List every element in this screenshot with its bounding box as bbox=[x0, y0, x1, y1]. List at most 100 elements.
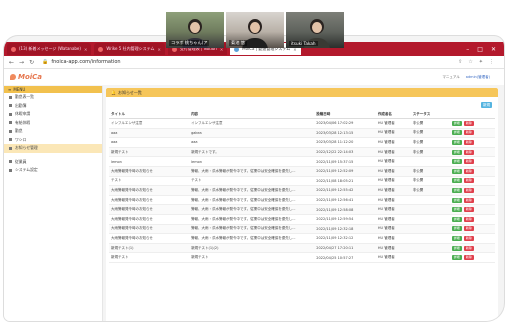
cell-author: HU 管理者 bbox=[375, 128, 411, 139]
detail-button[interactable]: 詳細 bbox=[451, 159, 462, 165]
browser-tab[interactable]: Wrike 5 社内管理システム ✕ bbox=[94, 43, 165, 55]
menu-icon[interactable]: ⋮ bbox=[489, 59, 494, 65]
column-header-title: タイトル bbox=[109, 110, 190, 119]
detail-button[interactable]: 詳細 bbox=[451, 197, 462, 203]
detail-button[interactable]: 詳細 bbox=[451, 120, 462, 126]
delete-button[interactable]: 削除 bbox=[463, 149, 474, 155]
detail-button[interactable]: 詳細 bbox=[451, 207, 462, 213]
reload-icon[interactable]: ↻ bbox=[29, 59, 34, 66]
detail-button[interactable]: 詳細 bbox=[451, 235, 462, 241]
delete-button[interactable]: 削除 bbox=[463, 187, 474, 193]
sidebar-item-shift[interactable]: ワシロ bbox=[4, 136, 102, 145]
sidebar-item-employees[interactable]: 従業員 bbox=[4, 158, 102, 167]
delete-button[interactable]: 削除 bbox=[463, 216, 474, 222]
share-icon[interactable]: ⇪ bbox=[458, 59, 462, 65]
minimize-icon[interactable]: – bbox=[466, 46, 469, 53]
cell-title: lemon bbox=[109, 156, 190, 167]
cell-date: 2023/03/28 11:12:20 bbox=[314, 137, 376, 148]
table-row: 大雨警報発令時のお知らせ 警報、大雨・洪水警報が発令中です。従業中は安全確保を優先… bbox=[109, 166, 495, 177]
sidebar-item-settings[interactable]: システム設定 bbox=[4, 166, 102, 175]
video-tile[interactable]: コラボ 桃ちゃん(ア bbox=[166, 12, 224, 48]
cell-body: 警報、大雨・洪水警報が発令中です。従業中は安全確保を優先し... bbox=[189, 204, 315, 215]
delete-button[interactable]: 削除 bbox=[463, 207, 474, 213]
logo-text: MoiCa bbox=[18, 73, 43, 81]
table-row: 大雨警報発令時のお知らせ 警報、大雨・洪水警報が発令中です。従業中は安全確保を優先… bbox=[109, 204, 495, 215]
cell-status bbox=[410, 195, 450, 206]
video-tile[interactable]: 菊池 悠 bbox=[226, 12, 284, 48]
sidebar-item-attendance-list[interactable]: 勤怠表一覧 bbox=[4, 93, 102, 102]
cell-status bbox=[410, 204, 450, 215]
new-notice-button[interactable]: 新規 bbox=[481, 102, 492, 108]
detail-button[interactable]: 詳細 bbox=[451, 187, 462, 193]
delete-button[interactable]: 削除 bbox=[463, 235, 474, 241]
extension-icon[interactable]: ✦ bbox=[479, 59, 483, 65]
sidebar-item-attendance[interactable]: 勤怠 bbox=[4, 127, 102, 136]
cell-date: 2022/11/09 12:52:09 bbox=[314, 166, 376, 177]
cell-actions: 詳細 削除 bbox=[449, 156, 495, 167]
cell-author: HU 管理者 bbox=[375, 195, 411, 206]
cell-title: 大雨警報発令時のお知らせ bbox=[109, 195, 190, 206]
cell-actions: 詳細 削除 bbox=[449, 185, 495, 196]
app-logo[interactable]: MoiCa bbox=[10, 73, 42, 81]
cell-body: 警報、大雨・洪水警報が発令中です。従業中は安全確保を優先し... bbox=[189, 233, 315, 244]
detail-button[interactable]: 詳細 bbox=[451, 245, 462, 251]
detail-button[interactable]: 詳細 bbox=[451, 255, 462, 261]
sidebar-item-notices[interactable]: お知らせ管理 bbox=[4, 144, 102, 153]
video-call-strip: コラボ 桃ちゃん(ア 菊池 悠 itsuki Takah bbox=[166, 12, 344, 48]
video-tile[interactable]: itsuki Takah bbox=[286, 12, 344, 48]
clock-icon bbox=[9, 129, 12, 133]
sidebar-item-timesheet[interactable]: 出勤簿 bbox=[4, 102, 102, 111]
sidebar-item-label: 休暇申請 bbox=[15, 111, 31, 117]
tab-favicon-icon bbox=[11, 46, 16, 52]
close-window-icon[interactable]: ✕ bbox=[491, 46, 496, 53]
delete-button[interactable]: 削除 bbox=[463, 255, 474, 261]
cell-body: lemon bbox=[189, 156, 315, 167]
cell-title: 大雨警報発令時のお知らせ bbox=[109, 224, 190, 235]
star-icon[interactable]: ☆ bbox=[468, 59, 472, 65]
detail-button[interactable]: 詳細 bbox=[451, 226, 462, 232]
cell-status bbox=[410, 156, 450, 167]
cell-date: 2022/11/09 15:37:15 bbox=[314, 156, 376, 167]
delete-button[interactable]: 削除 bbox=[463, 226, 474, 232]
detail-button[interactable]: 詳細 bbox=[451, 178, 462, 184]
cell-author: HU 管理者 bbox=[375, 204, 411, 215]
delete-button[interactable]: 削除 bbox=[463, 120, 474, 126]
user-menu[interactable]: admin(管理者) bbox=[466, 75, 490, 80]
delete-button[interactable]: 削除 bbox=[463, 130, 474, 136]
detail-button[interactable]: 詳細 bbox=[451, 130, 462, 136]
delete-button[interactable]: 削除 bbox=[463, 197, 474, 203]
table-row: 新規テスト 新規テストです。 2022/12/22 22:14:03 HU 管理者 非公… bbox=[109, 147, 495, 158]
cell-actions: 詳細 削除 bbox=[449, 224, 495, 235]
delete-button[interactable]: 削除 bbox=[463, 139, 474, 145]
sidebar-item-label: 勤怠 bbox=[15, 128, 23, 134]
cell-date: 2022/11/09 12:58:08 bbox=[314, 204, 376, 215]
cell-author: HU 管理者 bbox=[375, 214, 411, 225]
maximize-icon[interactable]: □ bbox=[477, 46, 483, 53]
close-icon[interactable]: ✕ bbox=[157, 47, 160, 52]
detail-button[interactable]: 詳細 bbox=[451, 149, 462, 155]
delete-button[interactable]: 削除 bbox=[463, 178, 474, 184]
participant-name: itsuki Takah bbox=[289, 41, 318, 46]
delete-button[interactable]: 削除 bbox=[463, 159, 474, 165]
delete-button[interactable]: 削除 bbox=[463, 245, 474, 251]
sidebar-item-label: 出勤簿 bbox=[15, 102, 27, 108]
back-icon[interactable]: ← bbox=[9, 59, 14, 66]
close-icon[interactable]: ✕ bbox=[84, 47, 87, 52]
cell-date: 2022/11/09 12:32:12 bbox=[314, 233, 376, 244]
logo-icon bbox=[10, 74, 16, 80]
cell-status: 非公開 bbox=[410, 147, 450, 158]
detail-button[interactable]: 詳細 bbox=[451, 216, 462, 222]
browser-tab[interactable]: (13) 新着メッセージ (Watanabe) ✕ bbox=[7, 43, 92, 55]
detail-button[interactable]: 詳細 bbox=[451, 168, 462, 174]
column-header-author: 作成者名 bbox=[375, 110, 411, 119]
detail-button[interactable]: 詳細 bbox=[451, 139, 462, 145]
menu-header: ≡ MENU bbox=[4, 86, 102, 93]
sidebar-item-leave-request[interactable]: 休暇申請 bbox=[4, 110, 102, 119]
delete-button[interactable]: 削除 bbox=[463, 168, 474, 174]
url-field[interactable]: 🔒 fnoica-app.com/information bbox=[42, 59, 120, 65]
list-icon bbox=[9, 95, 12, 99]
manual-link[interactable]: マニュアル bbox=[442, 75, 459, 80]
sidebar-item-paid-leave[interactable]: 有給休暇 bbox=[4, 119, 102, 128]
sidebar-item-label: ワシロ bbox=[15, 136, 27, 142]
forward-icon[interactable]: → bbox=[19, 59, 24, 66]
